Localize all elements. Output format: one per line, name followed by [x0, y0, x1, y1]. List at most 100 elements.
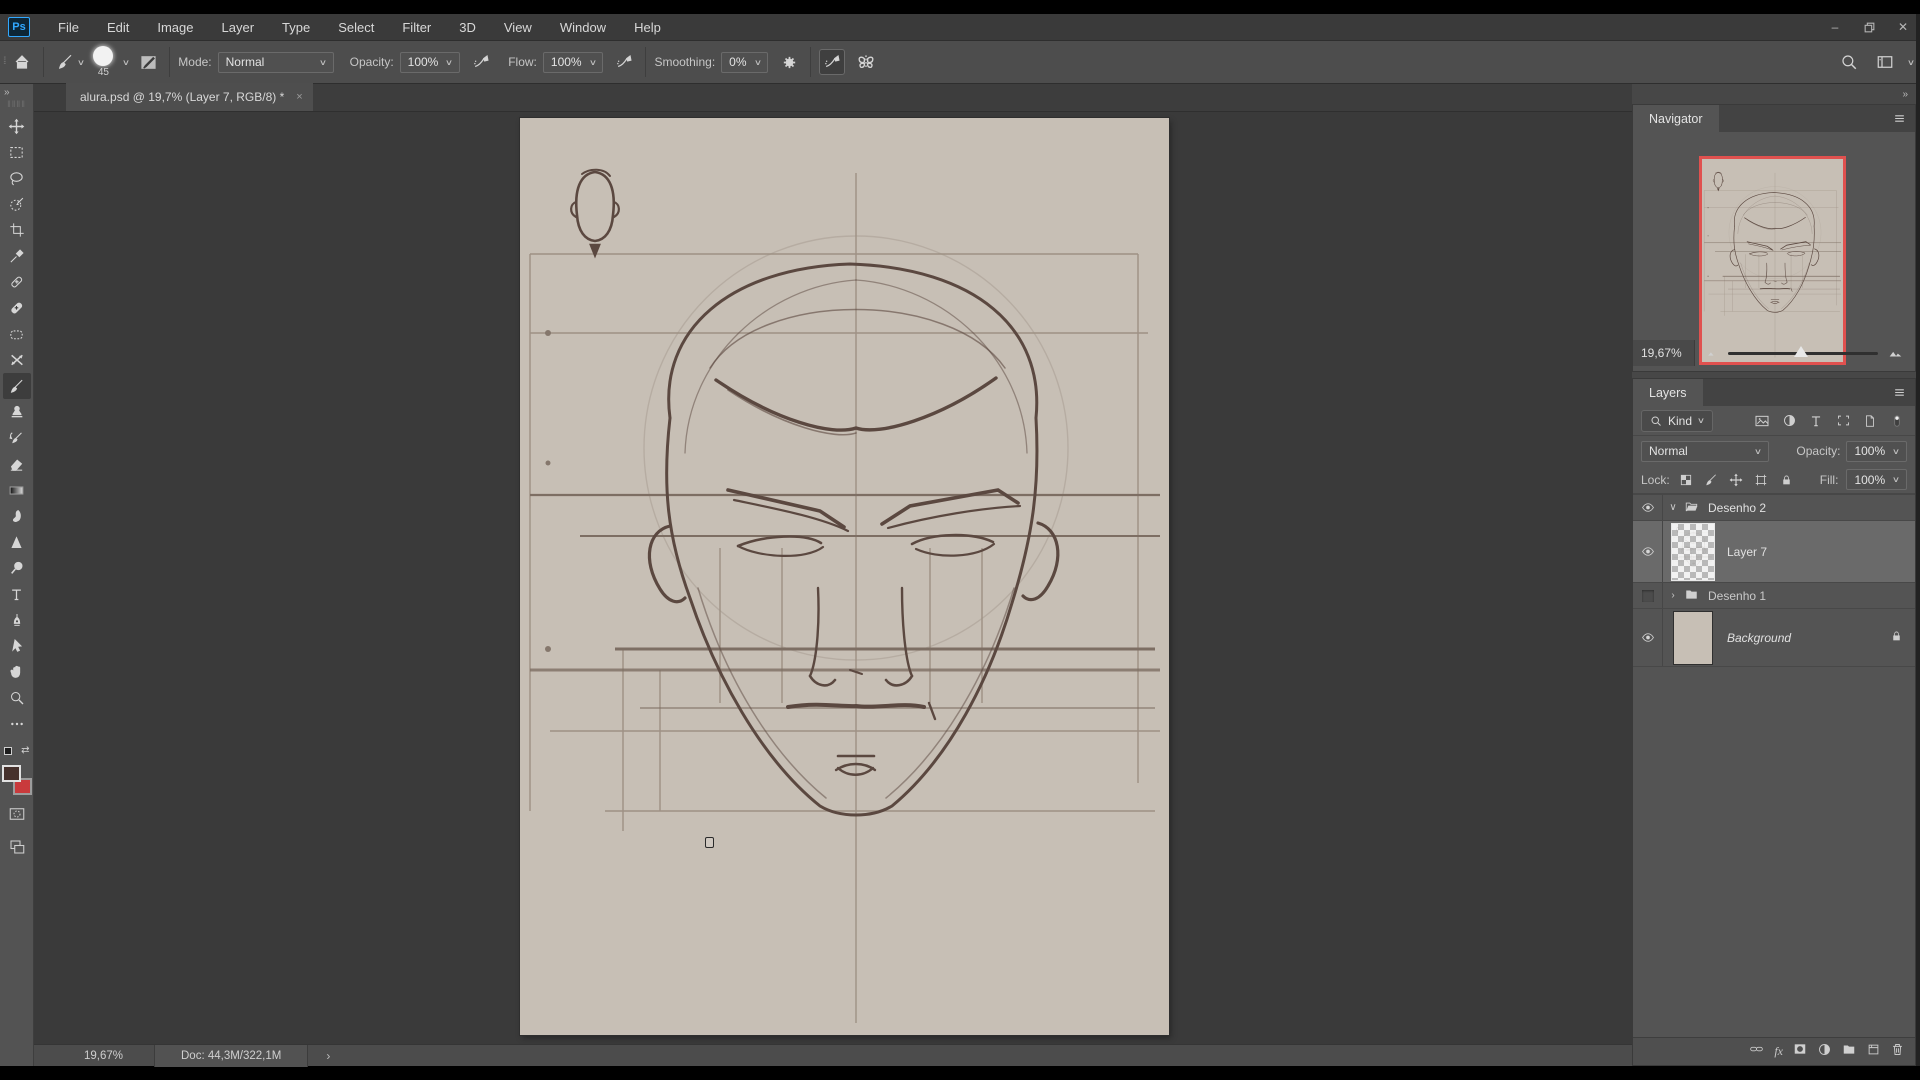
visibility-eye-icon[interactable] [1633, 521, 1663, 582]
menu-image[interactable]: Image [143, 14, 207, 40]
chevron-down-icon[interactable]: ∨ [1907, 58, 1915, 67]
document-tab[interactable]: alura.psd @ 19,7% (Layer 7, RGB/8) * × [66, 83, 313, 111]
foreground-color-swatch[interactable] [2, 765, 21, 782]
menu-edit[interactable]: Edit [93, 14, 143, 40]
menu-view[interactable]: View [490, 14, 546, 40]
layer-row-group[interactable]: › Desenho 1 [1633, 583, 1915, 609]
content-aware-move-tool[interactable] [3, 347, 31, 373]
dodge-tool[interactable] [3, 555, 31, 581]
airbrush-opacity-pressure-icon[interactable] [468, 49, 494, 75]
navigator-proxy-view[interactable] [1699, 156, 1846, 365]
pasteboard[interactable] [34, 112, 1632, 1044]
lasso-tool[interactable] [3, 165, 31, 191]
status-zoom-field[interactable]: 19,67% [84, 1050, 154, 1062]
new-group-icon[interactable] [1841, 1042, 1857, 1061]
menu-type[interactable]: Type [268, 14, 324, 40]
navigator-zoom-field[interactable]: 19,67% [1633, 340, 1695, 366]
path-selection-tool[interactable] [3, 633, 31, 659]
lock-position-icon[interactable] [1728, 473, 1745, 487]
edit-toolbar-ellipsis[interactable] [3, 711, 31, 737]
restore-button[interactable] [1852, 14, 1886, 40]
layer-opacity-select[interactable]: 100% ∨ [1846, 441, 1907, 462]
layer-filtering-toggle[interactable] [1887, 412, 1907, 430]
clone-stamp-tool[interactable] [3, 399, 31, 425]
layers-tab[interactable]: Layers [1633, 379, 1703, 406]
group-collapsed-chevron-icon[interactable]: › [1663, 590, 1683, 601]
screen-mode-button[interactable] [8, 838, 26, 861]
swap-colors-icon[interactable]: ⇄ [21, 745, 29, 756]
status-options-chevron-icon[interactable]: › [326, 1049, 330, 1063]
healing-brush-tool[interactable] [3, 295, 31, 321]
blend-mode-select[interactable]: Normal ∨ [218, 52, 334, 73]
layer-row-background[interactable]: Background [1633, 609, 1915, 667]
hand-tool[interactable] [3, 659, 31, 685]
layer-name[interactable]: Desenho 2 [1708, 501, 1766, 515]
add-layer-mask-icon[interactable] [1792, 1042, 1808, 1061]
zoom-slider-thumb[interactable] [1794, 346, 1808, 357]
visibility-toggle-empty[interactable] [1633, 583, 1663, 608]
layer-thumbnail[interactable] [1671, 523, 1715, 581]
toolbar-collapse-chevrons[interactable]: » [4, 87, 10, 98]
group-expand-chevron-icon[interactable]: ∨ [1663, 502, 1683, 513]
paint-symmetry-butterfly-icon[interactable] [853, 49, 879, 75]
lock-paint-icon[interactable] [1703, 473, 1720, 487]
airbrush-flow-icon[interactable] [611, 49, 637, 75]
filter-type-layers-icon[interactable] [1806, 414, 1826, 428]
smoothing-options-gear-icon[interactable] [776, 49, 802, 75]
filter-adjustment-layers-icon[interactable] [1779, 413, 1799, 428]
layers-menu-icon[interactable] [1892, 386, 1907, 404]
layer-blend-mode-select[interactable]: Normal ∨ [1641, 441, 1769, 462]
zoom-in-icon[interactable] [1886, 346, 1905, 360]
new-layer-icon[interactable] [1866, 1042, 1881, 1062]
layer-filter-kind-select[interactable]: Kind ∨ [1641, 410, 1713, 432]
gradient-tool[interactable] [3, 477, 31, 503]
home-icon[interactable] [9, 49, 35, 75]
visibility-eye-icon[interactable] [1633, 609, 1663, 666]
spot-healing-brush-tool[interactable] [3, 269, 31, 295]
background-layer-thumbnail[interactable] [1673, 611, 1713, 665]
menu-3d[interactable]: 3D [445, 14, 490, 40]
patch-tool[interactable] [3, 321, 31, 347]
filter-pixel-layers-icon[interactable] [1752, 413, 1772, 429]
link-layers-icon[interactable] [1748, 1042, 1765, 1061]
history-brush-tool[interactable] [3, 425, 31, 451]
layer-fill-select[interactable]: 100% ∨ [1846, 469, 1907, 490]
tab-close-icon[interactable]: × [296, 91, 302, 103]
menu-file[interactable]: File [44, 14, 93, 40]
canvas[interactable] [520, 118, 1169, 1035]
smoothing-select[interactable]: 0% ∨ [721, 52, 768, 73]
default-colors-icon[interactable] [4, 747, 12, 755]
lock-artboard-icon[interactable] [1753, 473, 1770, 487]
close-button[interactable]: ✕ [1886, 14, 1920, 40]
search-icon[interactable] [1836, 49, 1862, 75]
quick-mask-mode-button[interactable] [8, 805, 26, 828]
dock-collapse-chevrons[interactable]: » [1902, 89, 1908, 100]
menu-window[interactable]: Window [546, 14, 620, 40]
flow-select[interactable]: 100% ∨ [543, 52, 604, 73]
lock-transparency-icon[interactable] [1678, 473, 1695, 487]
type-tool[interactable] [3, 581, 31, 607]
options-grip[interactable]: ⁞⁞ [3, 59, 5, 65]
stylus-pressure-size-button[interactable] [819, 49, 845, 75]
rectangular-marquee-tool[interactable] [3, 139, 31, 165]
eraser-tool[interactable] [3, 451, 31, 477]
pen-tool[interactable] [3, 607, 31, 633]
menu-help[interactable]: Help [620, 14, 675, 40]
crop-tool[interactable] [3, 217, 31, 243]
zoom-out-icon[interactable] [1705, 347, 1720, 360]
layer-name[interactable]: Layer 7 [1727, 545, 1767, 559]
layer-name[interactable]: Background [1727, 631, 1791, 645]
eyedropper-tool[interactable] [3, 243, 31, 269]
navigator-tab[interactable]: Navigator [1633, 105, 1719, 132]
navigator-zoom-slider[interactable] [1728, 352, 1878, 355]
minimize-button[interactable]: – [1818, 14, 1852, 40]
brush-tool[interactable] [3, 373, 31, 399]
navigator-menu-icon[interactable] [1892, 112, 1907, 130]
menu-select[interactable]: Select [324, 14, 388, 40]
move-tool[interactable] [3, 113, 31, 139]
zoom-tool[interactable] [3, 685, 31, 711]
sharpen-tool[interactable] [3, 529, 31, 555]
layer-row-group[interactable]: ∨ Desenho 2 [1633, 495, 1915, 521]
delete-layer-trash-icon[interactable] [1890, 1042, 1905, 1062]
layer-row-selected[interactable]: Layer 7 [1633, 521, 1915, 583]
